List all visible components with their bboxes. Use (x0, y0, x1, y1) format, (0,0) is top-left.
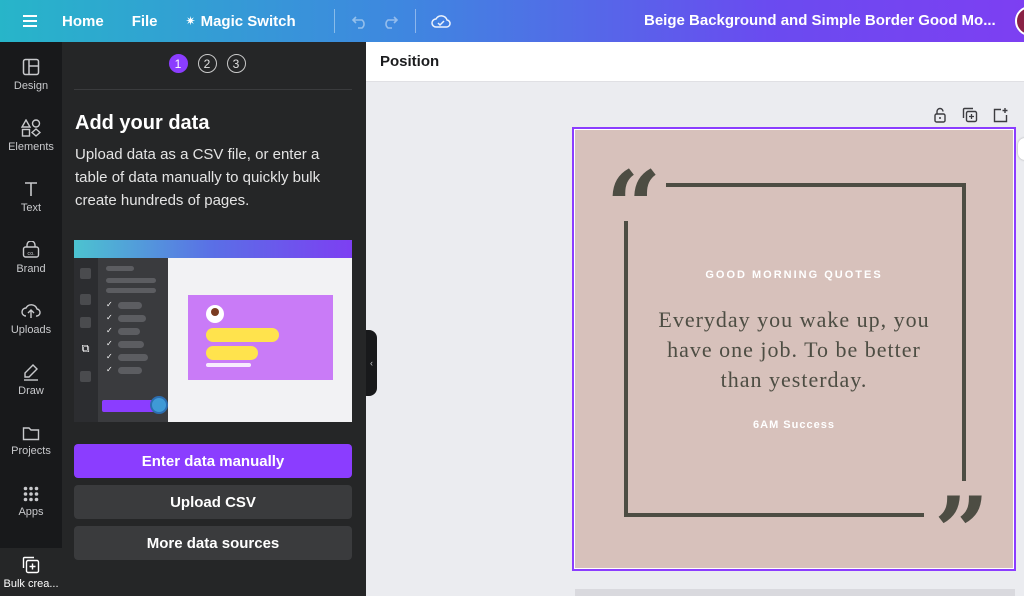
border-line-right[interactable] (962, 183, 966, 481)
enter-data-manually-button[interactable]: Enter data manually (74, 444, 352, 478)
divider (74, 89, 352, 90)
undo-icon (351, 16, 365, 29)
home-link[interactable]: Home (62, 13, 104, 30)
rail-label: Apps (18, 506, 44, 518)
text-icon (25, 182, 37, 196)
illustration-side: ✓ ✓ ✓ ✓ ✓ ✓ (98, 258, 168, 422)
border-line-top[interactable] (666, 183, 966, 187)
left-rail: Design Elements Text co. Brand Uploads D… (0, 42, 62, 596)
menu-button[interactable] (0, 0, 62, 42)
chevron-left-icon: ‹ (370, 358, 373, 368)
topbar-divider (333, 9, 335, 33)
rail-label: Draw (18, 385, 44, 397)
rail-item-bulk-create[interactable]: Bulk crea... (0, 548, 62, 596)
shapes-icon (21, 119, 41, 137)
design-page[interactable]: “ ” GOOD MORNING QUOTES Everyday you wak… (572, 127, 1016, 581)
svg-text:co.: co. (27, 251, 35, 257)
step-indicator: 1 2 3 (62, 54, 352, 78)
brand-icon: co. (22, 241, 40, 258)
file-menu[interactable]: File (132, 13, 158, 30)
open-quote-icon[interactable]: “ (606, 159, 661, 255)
magic-switch-button[interactable]: ✷ Magic Switch (186, 13, 296, 30)
rail-label: Uploads (10, 324, 52, 336)
sparkle-icon: ✷ (185, 14, 196, 28)
rail-item-draw[interactable]: Draw (0, 351, 62, 409)
hamburger-icon (23, 15, 37, 27)
panel-description: Upload data as a CSV file, or enter a ta… (75, 146, 321, 209)
resize-handle[interactable] (1018, 138, 1024, 160)
duplicate-page-button[interactable] (961, 106, 979, 124)
step-1[interactable]: 1 (168, 54, 188, 73)
position-button[interactable]: Position (380, 53, 439, 70)
next-page-preview (575, 589, 1015, 596)
step-2[interactable]: 2 (197, 54, 217, 73)
bulk-create-panel: 1 2 3 Add your data Upload data as a CSV… (62, 42, 366, 596)
add-page-button[interactable] (991, 106, 1009, 124)
rail-item-text[interactable]: Text (0, 168, 62, 226)
draw-icon (24, 364, 38, 381)
avatar[interactable] (1015, 6, 1024, 36)
rail-label: Text (20, 202, 42, 214)
rail-label: Bulk crea... (3, 578, 59, 590)
rail-item-projects[interactable]: Projects (0, 412, 62, 470)
apps-icon (23, 486, 39, 502)
topbar-divider (414, 9, 416, 33)
duplicate-icon (962, 107, 978, 123)
top-bar: Home File ✷ Magic Switch Beige Backgroun… (0, 0, 1024, 42)
collapse-panel-button[interactable]: ‹ (366, 330, 377, 396)
folder-icon (22, 427, 40, 441)
border-line-bottom[interactable] (624, 513, 924, 517)
upload-csv-button[interactable]: Upload CSV (74, 485, 352, 519)
rail-item-elements[interactable]: Elements (0, 107, 62, 165)
illustration-header (74, 240, 352, 258)
illustration-rail: ⧉ (74, 258, 98, 422)
step-3[interactable]: 3 (226, 54, 246, 73)
lock-page-button[interactable] (931, 106, 949, 124)
editor-toolbar: Position (366, 42, 1024, 82)
design-title[interactable]: Beige Background and Simple Border Good … (644, 0, 1004, 42)
add-page-icon (993, 108, 1008, 123)
more-data-sources-button[interactable]: More data sources (74, 526, 352, 560)
cloud-save-button[interactable] (426, 6, 456, 36)
bulk-create-illustration: ⧉ ✓ ✓ ✓ ✓ ✓ ✓ (74, 240, 352, 422)
bulk-create-icon (22, 556, 40, 574)
rail-item-apps[interactable]: Apps (0, 473, 62, 531)
rail-label: Projects (11, 445, 51, 457)
page-tools (931, 106, 1009, 126)
cloud-check-icon (430, 15, 451, 28)
rail-item-design[interactable]: Design (0, 46, 62, 104)
undo-button[interactable] (345, 6, 375, 36)
redo-button[interactable] (375, 6, 405, 36)
layout-icon (22, 58, 40, 76)
rail-label: Design (13, 80, 49, 92)
design-author[interactable]: 6AM Success (574, 419, 1014, 431)
magic-switch-label: Magic Switch (200, 12, 296, 30)
lock-icon (934, 107, 946, 123)
rail-label: Brand (16, 263, 46, 275)
redo-icon (384, 16, 398, 29)
design-quote-text[interactable]: Everyday you wake up, you have one job. … (644, 305, 944, 395)
upload-icon (21, 304, 41, 318)
panel-title: Add your data (75, 112, 210, 134)
rail-item-brand[interactable]: co. Brand (0, 229, 62, 287)
design-heading[interactable]: GOOD MORNING QUOTES (574, 269, 1014, 281)
rail-label: Elements (8, 141, 54, 153)
close-quote-icon[interactable]: ” (934, 485, 989, 581)
border-line-left[interactable] (624, 221, 628, 517)
rail-item-uploads[interactable]: Uploads (0, 290, 62, 348)
illustration-card (188, 295, 333, 380)
